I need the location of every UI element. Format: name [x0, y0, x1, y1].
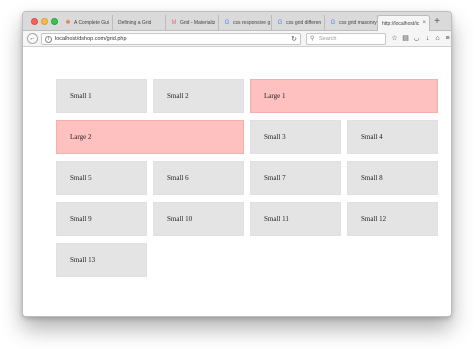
browser-window: ✱ A Complete Gui Defining a Grid M Grid … [22, 11, 452, 317]
page-content: Small 1 Small 2 Large 1 Large 2 Small 3 … [23, 48, 451, 316]
grid-item-small-9: Small 9 [56, 202, 147, 236]
hamburger-menu-icon[interactable]: ≡ [443, 34, 451, 43]
tab-defining-grid[interactable]: Defining a Grid [114, 15, 166, 31]
google-icon: G [330, 20, 336, 26]
tab-css-responsive[interactable]: G css responsive g [220, 15, 272, 31]
url-bar[interactable]: i localhost/dshop.com/grid.php ↻ [41, 33, 301, 45]
grid-item-small-4: Small 4 [347, 120, 438, 154]
info-icon[interactable]: i [45, 36, 52, 43]
grid-item-large-2: Large 2 [56, 120, 244, 154]
grid-item-small-11: Small 11 [250, 202, 341, 236]
materialize-icon: M [171, 20, 177, 26]
google-icon: G [224, 20, 230, 26]
tab-localhost[interactable]: http://localhost/ic × [377, 15, 430, 31]
pocket-icon[interactable]: ◡ [412, 34, 421, 43]
search-input[interactable]: ⚲ Search [306, 33, 386, 45]
grid-item-small-8: Small 8 [347, 161, 438, 195]
grid-item-small-7: Small 7 [250, 161, 341, 195]
css-grid: Small 1 Small 2 Large 1 Large 2 Small 3 … [56, 79, 439, 277]
new-tab-button[interactable]: + [430, 15, 444, 29]
maximize-window-button[interactable] [51, 18, 58, 25]
grid-item-small-12: Small 12 [347, 202, 438, 236]
grid-item-small-10: Small 10 [153, 202, 244, 236]
search-icon: ⚲ [310, 36, 315, 42]
tab-grid-materialize[interactable]: M Grid - Materializ [167, 15, 219, 31]
star-icon[interactable]: ☆ [390, 34, 399, 43]
grid-item-small-13: Small 13 [56, 243, 147, 277]
clipboard-icon[interactable]: ▤ [401, 34, 410, 43]
close-tab-icon[interactable]: × [422, 20, 426, 26]
tab-css-grid-difference[interactable]: G css grid differen [273, 15, 325, 31]
tab-strip: ✱ A Complete Gui Defining a Grid M Grid … [23, 12, 451, 31]
navigation-toolbar: ← i localhost/dshop.com/grid.php ↻ ⚲ Sea… [23, 31, 451, 47]
close-window-button[interactable] [31, 18, 38, 25]
tab-complete-guide[interactable]: ✱ A Complete Gui [61, 15, 113, 31]
tab-css-grid-masonry[interactable]: G css grid masonry [326, 15, 378, 31]
reload-icon[interactable]: ↻ [291, 35, 297, 43]
grid-item-large-1: Large 1 [250, 79, 438, 113]
home-icon[interactable]: ⌂ [433, 34, 442, 43]
back-arrow-icon[interactable]: ← [27, 33, 38, 44]
minimize-window-button[interactable] [41, 18, 48, 25]
grid-item-small-1: Small 1 [56, 79, 147, 113]
grid-item-small-5: Small 5 [56, 161, 147, 195]
grid-item-small-6: Small 6 [153, 161, 244, 195]
download-icon[interactable]: ↓ [423, 34, 432, 43]
url-text: localhost/dshop.com/grid.php [55, 36, 127, 42]
asterisk-icon: ✱ [65, 20, 71, 26]
grid-item-small-3: Small 3 [250, 120, 341, 154]
grid-item-small-2: Small 2 [153, 79, 244, 113]
google-icon: G [277, 20, 283, 26]
